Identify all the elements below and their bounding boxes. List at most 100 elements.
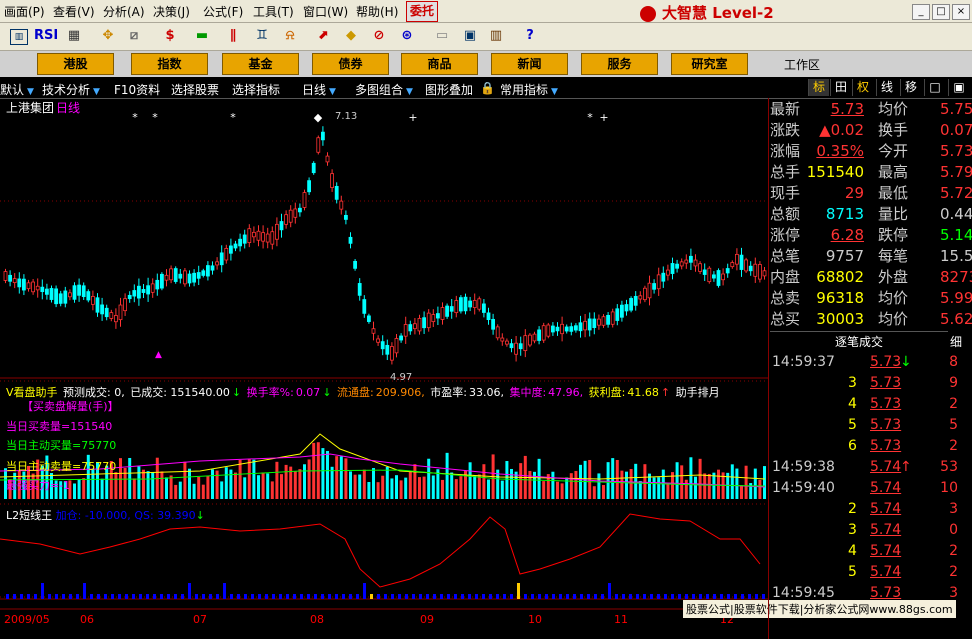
menu-item-help[interactable]: 帮助(H) — [356, 3, 398, 20]
tab-technical[interactable]: 技术分析 ▼ — [42, 81, 100, 98]
menu-item-window[interactable]: 窗口(W) — [303, 3, 348, 20]
l2-bar — [349, 594, 352, 599]
candle-body — [380, 341, 385, 350]
volume-bar — [303, 464, 306, 499]
quote-label: 均价 — [878, 310, 909, 328]
help-icon[interactable]: ? — [520, 26, 540, 46]
nav-bond[interactable]: 债券 — [312, 53, 389, 75]
lock-icon[interactable]: 🔒 — [480, 81, 495, 95]
dollar-icon[interactable]: $ — [160, 26, 180, 46]
books-icon[interactable]: ▥ — [486, 26, 506, 46]
candle-body — [509, 343, 514, 349]
trade-volume: 2 — [949, 543, 958, 559]
l2-bar — [139, 594, 142, 599]
nav-hk-stocks[interactable]: 港股 — [37, 53, 114, 75]
nav-news[interactable]: 新闻 — [491, 53, 568, 75]
rtab-mark[interactable]: 标 — [808, 79, 829, 96]
chevron-down-icon: ▼ — [27, 87, 34, 97]
trade-price: 5.73 — [870, 585, 902, 601]
workspace-label[interactable]: 工作区 — [784, 56, 820, 73]
minimize-icon[interactable]: _ — [912, 4, 930, 20]
tab-f10[interactable]: F10资料 — [114, 81, 160, 98]
l2-bar — [524, 594, 527, 599]
tab-common-indicators[interactable]: 常用指标 ▼ — [500, 81, 558, 98]
candle-body — [546, 324, 551, 337]
nav-index[interactable]: 指数 — [131, 53, 208, 75]
monitor-icon[interactable]: ▣ — [460, 26, 480, 46]
volume-bar — [597, 473, 601, 499]
image-icon[interactable]: ▭ — [432, 26, 452, 46]
diamond-icon[interactable]: ◆ — [341, 26, 361, 46]
chart-icon[interactable]: ⬈ — [313, 26, 333, 46]
tab-daily[interactable]: 日线 ▼ — [302, 81, 336, 98]
chart-bg — [0, 99, 768, 611]
candle-body — [500, 337, 505, 342]
rsi-icon[interactable]: ▥ — [10, 29, 28, 45]
compass-icon[interactable]: ∥ — [223, 26, 243, 46]
volume-bar — [192, 483, 196, 499]
menu-item-analysis[interactable]: 分析(A) — [103, 3, 145, 20]
candle-body — [601, 316, 606, 326]
l2-bar — [286, 594, 289, 599]
candle-body — [3, 271, 8, 281]
menu-item-tools[interactable]: 工具(T) — [253, 3, 294, 20]
candle-body — [652, 283, 656, 290]
candle-body — [758, 264, 762, 280]
nav-service[interactable]: 服务 — [581, 53, 658, 75]
rtab-box[interactable]: □ — [924, 79, 945, 96]
tab-multi-chart[interactable]: 多图组合 ▼ — [355, 81, 413, 98]
volume-bar — [500, 480, 504, 499]
tab-select-indicator[interactable]: 选择指标 — [232, 81, 280, 98]
candle-body — [8, 274, 13, 282]
candle-body — [45, 288, 49, 295]
trades-detail-tab[interactable]: 细 — [950, 333, 962, 350]
menu-item-view[interactable]: 查看(V) — [53, 3, 95, 20]
tab-default[interactable]: 默认 ▼ — [0, 81, 34, 98]
rtab-line[interactable]: 线 — [876, 79, 897, 96]
candle-body — [583, 320, 587, 331]
trades-header[interactable]: 逐笔成交 — [770, 331, 948, 352]
crosshair-icon[interactable]: ✥ — [98, 26, 118, 46]
chevron-down-icon: ▼ — [329, 87, 336, 97]
l2-bar — [230, 594, 233, 599]
trade-time: 3 — [848, 522, 857, 538]
close-icon[interactable]: × — [952, 4, 970, 20]
nav-research[interactable]: 研究室 — [671, 53, 748, 75]
l2-bar — [762, 594, 765, 599]
calculator-icon[interactable]: ▦ — [64, 26, 84, 46]
indicator-buy: 当日买卖量=151540 — [6, 420, 113, 433]
trade-volume: 2 — [949, 438, 958, 454]
nav-fund[interactable]: 基金 — [222, 53, 299, 75]
l2-bar — [545, 594, 548, 599]
rtab-grid[interactable]: 田 — [830, 79, 851, 96]
pe-label: 市盈率: — [430, 386, 467, 399]
nav-commodity[interactable]: 商品 — [401, 53, 478, 75]
rotate-icon[interactable]: ⊘ — [369, 26, 389, 46]
weituo-button[interactable]: 委托 — [406, 1, 439, 22]
menu-item-screen[interactable]: 画面(P) — [4, 3, 45, 20]
l2-bar — [209, 594, 212, 599]
rsi-label-icon[interactable]: RSI — [34, 26, 58, 46]
candle-body — [555, 326, 560, 332]
binoculars-icon[interactable]: ♊ — [252, 26, 272, 46]
tab-daily-label: 日线 — [302, 83, 327, 97]
trade-volume: 53 — [940, 459, 958, 475]
menu-item-decision[interactable]: 决策(J) — [153, 3, 190, 20]
refresh-icon[interactable]: ⊛ — [397, 26, 417, 46]
volume-bar — [178, 481, 182, 499]
tab-select-stock[interactable]: 选择股票 — [171, 81, 219, 98]
rtab-panel[interactable]: ▣ — [948, 79, 969, 96]
tab-overlay[interactable]: 图形叠加 — [425, 81, 473, 98]
ruler-icon[interactable]: ⧄ — [124, 26, 144, 46]
volume-bar — [381, 475, 385, 499]
cars-icon[interactable]: ▬ — [192, 26, 212, 46]
volume-bar — [188, 468, 191, 499]
rtab-rights[interactable]: 权 — [852, 79, 873, 96]
rtab-move[interactable]: 移 — [900, 79, 921, 96]
kline-chart[interactable]: * * * ◆ + * + ▲ — [0, 99, 768, 611]
l2-bar — [293, 594, 296, 599]
restore-icon[interactable]: □ — [932, 4, 950, 20]
volume-bar — [569, 473, 573, 499]
menu-item-formula[interactable]: 公式(F) — [203, 3, 243, 20]
alarm-icon[interactable]: ⍾ — [280, 26, 300, 46]
